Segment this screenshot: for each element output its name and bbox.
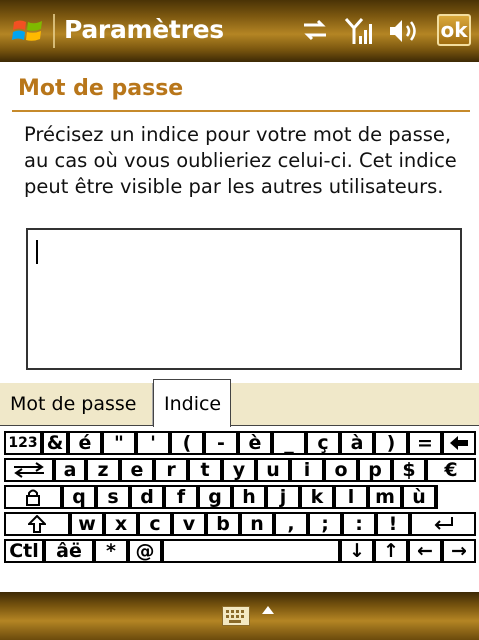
key-tab[interactable] — [4, 458, 54, 482]
keyboard-icon[interactable] — [222, 606, 250, 626]
tab-divider — [231, 425, 479, 426]
text-caret — [36, 240, 38, 264]
key-k[interactable]: k — [300, 485, 334, 509]
caps-lock-icon — [26, 489, 40, 506]
tab-icon — [14, 462, 44, 478]
key-ampersand[interactable]: & — [42, 431, 68, 455]
key-123[interactable]: 123 — [4, 431, 42, 455]
soft-keyboard: 123 & é " ' ( - è _ ç à ) = a z e r t y … — [0, 428, 479, 591]
key-d[interactable]: d — [130, 485, 164, 509]
shift-icon — [28, 515, 46, 533]
tab-divider — [0, 425, 153, 426]
key-accents[interactable]: âë — [44, 539, 94, 563]
key-close-paren[interactable]: ) — [374, 431, 408, 455]
key-asterisk[interactable]: * — [94, 539, 128, 563]
key-shift[interactable] — [4, 512, 70, 536]
key-e-grave[interactable]: è — [238, 431, 272, 455]
key-open-paren[interactable]: ( — [170, 431, 204, 455]
key-s[interactable]: s — [96, 485, 130, 509]
key-at[interactable]: @ — [128, 539, 162, 563]
key-u[interactable]: u — [256, 458, 290, 482]
key-p[interactable]: p — [358, 458, 392, 482]
key-equals[interactable]: = — [408, 431, 442, 455]
key-spacer — [436, 485, 476, 509]
title-separator — [53, 14, 55, 48]
key-apostrophe[interactable]: ' — [136, 431, 170, 455]
key-x[interactable]: x — [104, 512, 138, 536]
app-title: Paramètres — [64, 15, 224, 44]
key-h[interactable]: h — [232, 485, 266, 509]
key-y[interactable]: y — [222, 458, 256, 482]
signal-icon[interactable] — [344, 16, 374, 46]
key-b[interactable]: b — [206, 512, 240, 536]
key-ctl[interactable]: Ctl — [4, 539, 44, 563]
key-arrow-down[interactable]: ↓ — [340, 539, 374, 563]
page-title: Mot de passe — [18, 76, 184, 101]
key-arrow-left[interactable]: ← — [408, 539, 442, 563]
key-arrow-right[interactable]: → — [442, 539, 476, 563]
key-hyphen[interactable]: - — [204, 431, 238, 455]
key-euro[interactable]: € — [426, 458, 476, 482]
ok-button[interactable]: ok — [437, 14, 471, 46]
key-r[interactable]: r — [154, 458, 188, 482]
sync-icon[interactable] — [300, 16, 330, 44]
key-m[interactable]: m — [368, 485, 402, 509]
key-l[interactable]: l — [334, 485, 368, 509]
key-underscore[interactable]: _ — [272, 431, 306, 455]
key-q[interactable]: q — [62, 485, 96, 509]
enter-icon — [434, 517, 453, 530]
key-space[interactable] — [162, 539, 340, 563]
key-exclamation[interactable]: ! — [376, 512, 410, 536]
key-arrow-up[interactable]: ↑ — [374, 539, 408, 563]
key-c[interactable]: c — [138, 512, 172, 536]
hint-description: Précisez un indice pour votre mot de pas… — [24, 123, 457, 198]
key-o[interactable]: o — [324, 458, 358, 482]
tab-indice[interactable]: Indice — [153, 379, 231, 427]
key-u-grave[interactable]: ù — [402, 485, 436, 509]
key-e-acute[interactable]: é — [68, 431, 102, 455]
key-backspace[interactable] — [442, 431, 476, 455]
key-semicolon[interactable]: ; — [308, 512, 342, 536]
key-caps-lock[interactable] — [4, 485, 62, 509]
title-bar: Paramètres ok — [0, 0, 479, 62]
key-double-quote[interactable]: " — [102, 431, 136, 455]
key-t[interactable]: t — [188, 458, 222, 482]
tab-mot-de-passe[interactable]: Mot de passe — [0, 383, 153, 425]
key-enter[interactable] — [410, 512, 476, 536]
tab-bar: Mot de passe Indice — [0, 379, 479, 427]
key-n[interactable]: n — [240, 512, 274, 536]
windows-start-icon[interactable] — [12, 16, 44, 46]
key-dollar[interactable]: $ — [392, 458, 426, 482]
key-g[interactable]: g — [198, 485, 232, 509]
key-a[interactable]: a — [54, 458, 86, 482]
key-j[interactable]: j — [266, 485, 300, 509]
input-menu-arrow-icon[interactable] — [262, 606, 274, 614]
key-f[interactable]: f — [164, 485, 198, 509]
key-e[interactable]: e — [120, 458, 154, 482]
key-a-grave[interactable]: à — [340, 431, 374, 455]
hint-input[interactable] — [26, 228, 462, 370]
key-z[interactable]: z — [86, 458, 120, 482]
key-colon[interactable]: : — [342, 512, 376, 536]
key-c-cedilla[interactable]: ç — [306, 431, 340, 455]
volume-icon[interactable] — [388, 16, 422, 46]
header-divider — [12, 110, 470, 112]
key-w[interactable]: w — [70, 512, 104, 536]
key-i[interactable]: i — [290, 458, 324, 482]
key-v[interactable]: v — [172, 512, 206, 536]
key-comma[interactable]: , — [274, 512, 308, 536]
backspace-icon — [450, 436, 468, 450]
